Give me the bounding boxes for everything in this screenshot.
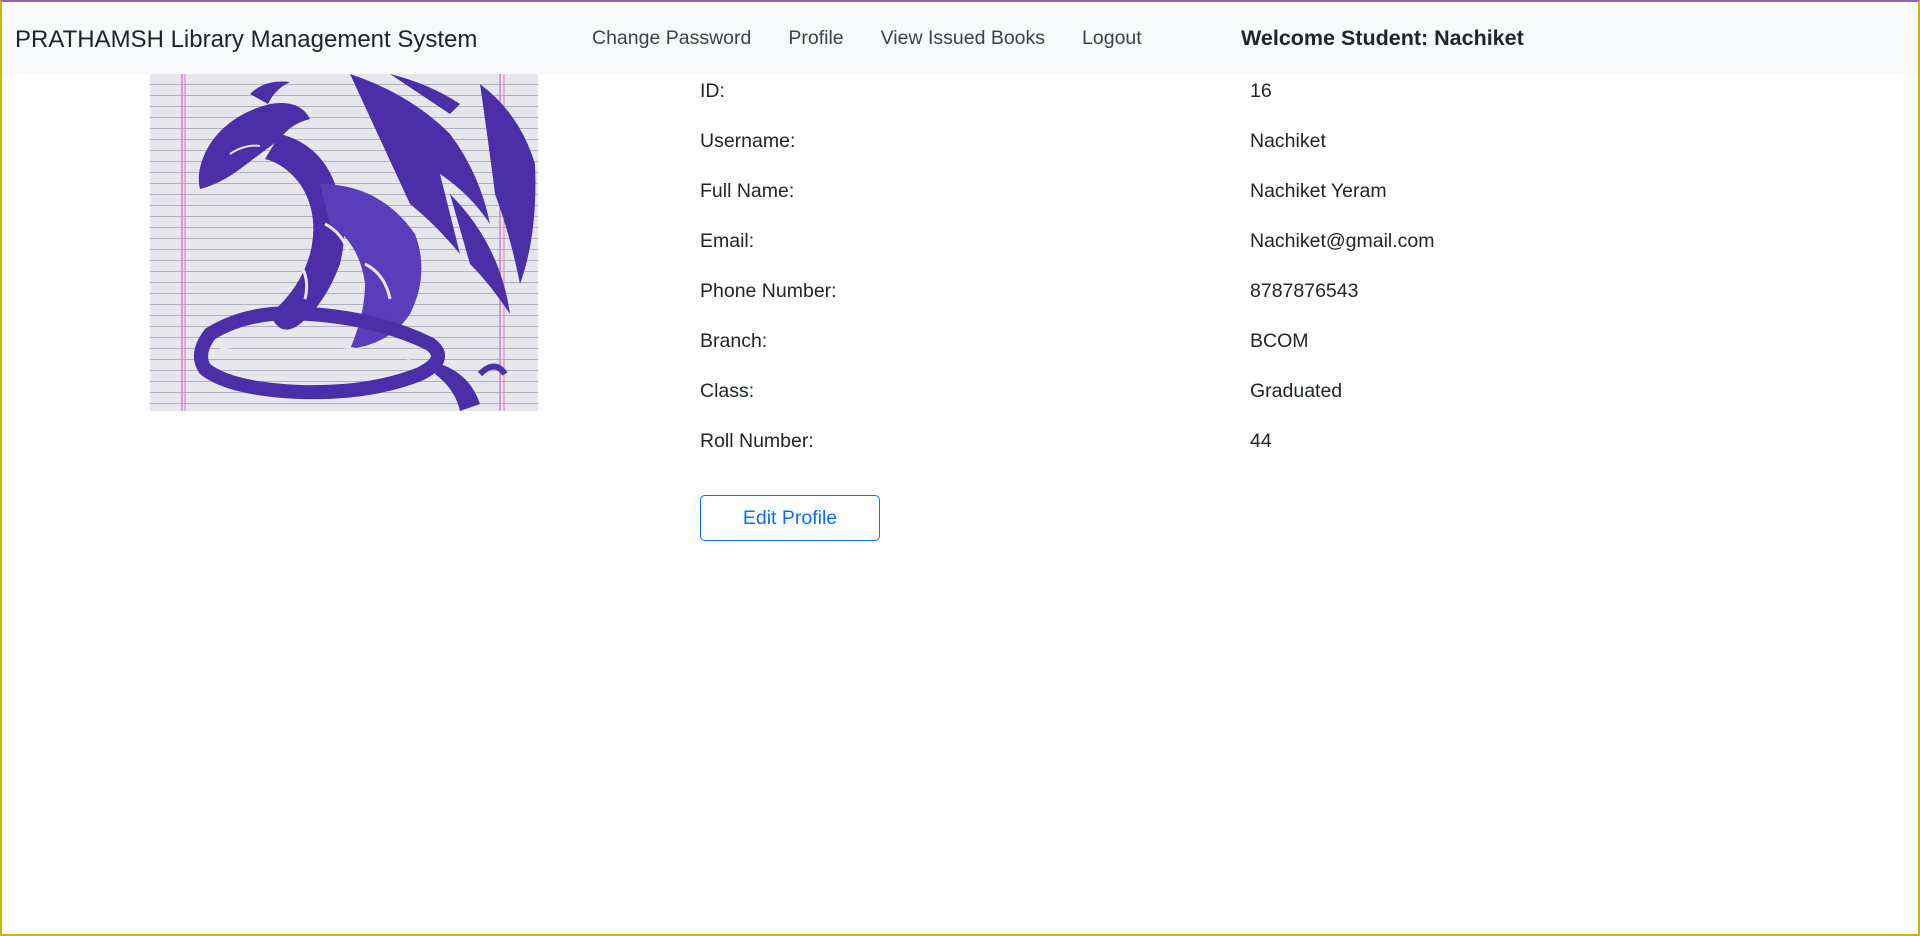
field-label: Roll Number:: [700, 430, 814, 452]
field-label: Phone Number:: [700, 280, 837, 302]
profile-row-email: Email: Nachiket@gmail.com: [700, 224, 1600, 264]
profile-row-full-name: Full Name: Nachiket Yeram: [700, 174, 1600, 214]
welcome-text: Welcome Student: Nachiket: [1241, 26, 1524, 50]
field-value: 16: [1250, 80, 1272, 102]
field-label: ID:: [700, 80, 725, 102]
nav-link-logout[interactable]: Logout: [1082, 27, 1142, 50]
field-value: Nachiket: [1250, 130, 1326, 152]
profile-row-username: Username: Nachiket: [700, 124, 1600, 164]
nav-link-view-issued-books[interactable]: View Issued Books: [881, 27, 1045, 50]
profile-row-roll-number: Roll Number: 44: [700, 424, 1600, 464]
field-label: Full Name:: [700, 180, 795, 202]
nav-link-profile[interactable]: Profile: [788, 27, 843, 50]
profile-row-branch: Branch: BCOM: [700, 324, 1600, 364]
field-value: 44: [1250, 430, 1272, 452]
profile-row-class: Class: Graduated: [700, 374, 1600, 414]
nav-links: Change Password Profile View Issued Book…: [592, 27, 1179, 50]
nav-link-change-password[interactable]: Change Password: [592, 27, 751, 50]
field-value: Nachiket@gmail.com: [1250, 230, 1435, 252]
field-label: Branch:: [700, 330, 768, 352]
field-value: BCOM: [1250, 330, 1309, 352]
navbar-brand[interactable]: PRATHAMSH Library Management System: [15, 26, 477, 54]
navbar: PRATHAMSH Library Management System Chan…: [2, 2, 1918, 74]
profile-row-phone-number: Phone Number: 8787876543: [700, 274, 1600, 314]
field-value: 8787876543: [1250, 280, 1359, 302]
field-value: Nachiket Yeram: [1250, 180, 1387, 202]
profile-photo: [150, 74, 538, 411]
field-value: Graduated: [1250, 380, 1343, 402]
field-label: Class:: [700, 380, 755, 402]
field-label: Username:: [700, 130, 796, 152]
field-label: Email:: [700, 230, 755, 252]
profile-row-id: ID: 16: [700, 74, 1600, 114]
edit-profile-button[interactable]: Edit Profile: [700, 495, 880, 541]
